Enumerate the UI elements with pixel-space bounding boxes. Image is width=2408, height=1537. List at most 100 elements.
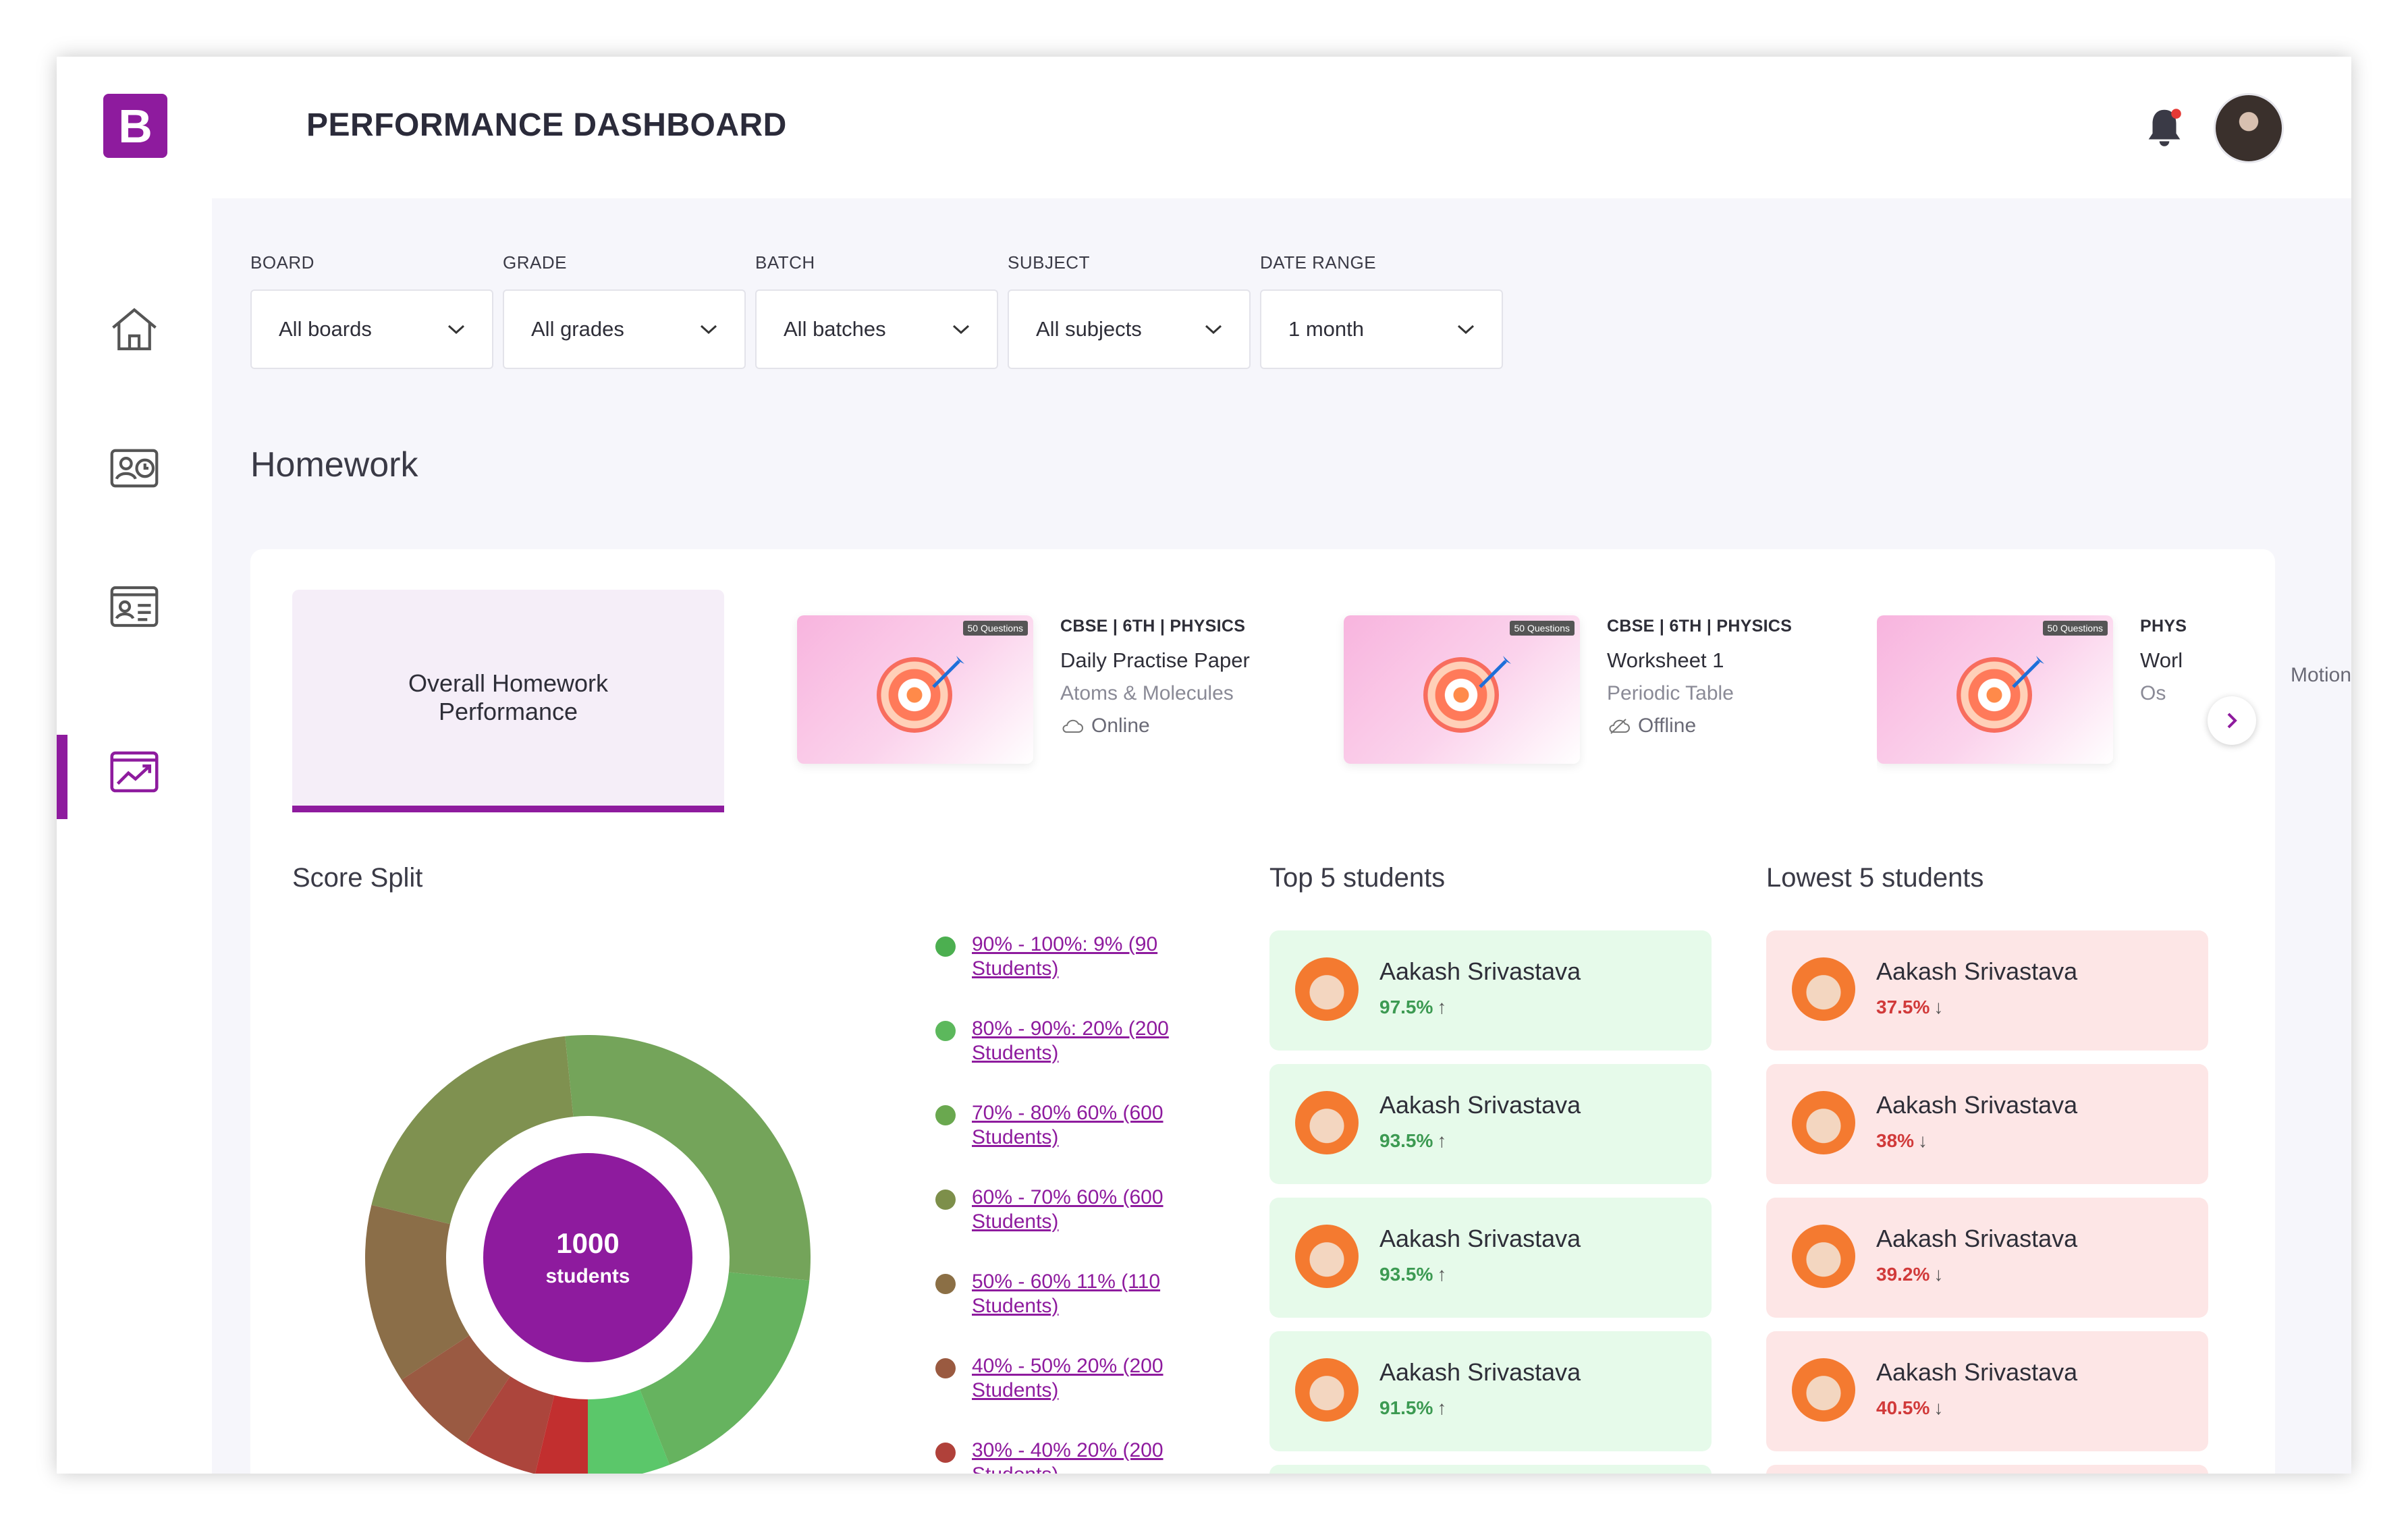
- legend-item[interactable]: 40% - 50% 20% (200 Students): [935, 1354, 1219, 1438]
- homework-meta: CBSE | 6TH | PHYSICS Worksheet 1 Periodi…: [1607, 617, 1863, 737]
- filter-label: GRADE: [503, 252, 567, 273]
- sidebar-item-home[interactable]: [57, 286, 212, 374]
- chevron-down-icon: [1205, 325, 1222, 335]
- chevron-down-icon: [952, 325, 970, 335]
- student-score-row: 40.5% ↓: [1876, 1397, 1943, 1419]
- student-card[interactable]: Aakash Srivastava 40.5% ↓: [1766, 1331, 2208, 1451]
- board-select[interactable]: All boards: [250, 289, 493, 369]
- legend-label[interactable]: 80% - 90%: 20% (200 Students): [972, 1017, 1219, 1065]
- select-value: All grades: [531, 317, 624, 341]
- student-score: 97.5%: [1379, 997, 1433, 1017]
- legend-dot: [935, 1190, 956, 1210]
- filter-label: BOARD: [250, 252, 314, 273]
- app-window: B PERFORMANCE DASHBOARD BOARD All boards…: [57, 57, 2351, 1474]
- student-card[interactable]: Aakash Srivastava 93.5% ↑: [1269, 1198, 1712, 1318]
- trend-arrow-icon: ↓: [1934, 1264, 1944, 1285]
- performance-chart-icon: [110, 751, 159, 793]
- trend-arrow-icon: ↓: [1934, 997, 1944, 1017]
- filter-date-range: DATE RANGE 1 month: [1260, 252, 1503, 369]
- sidebar-item-performance[interactable]: [57, 728, 212, 819]
- homework-topic: Os: [2140, 682, 2166, 704]
- legend-dot: [935, 1105, 956, 1125]
- filter-grade: GRADE All grades: [503, 252, 746, 369]
- student-score: 40.5%: [1876, 1397, 1930, 1418]
- sidebar: B: [57, 57, 212, 1474]
- homework-breadcrumb: CBSE | 6TH | PHYSICS: [1607, 617, 1793, 636]
- batch-select[interactable]: All batches: [755, 289, 998, 369]
- trend-arrow-icon: ↓: [1934, 1397, 1944, 1418]
- legend-label[interactable]: 60% - 70% 60% (600 Students): [972, 1185, 1219, 1234]
- student-card[interactable]: Aakash Srivastava: [1269, 1465, 1712, 1474]
- student-avatar: [1792, 1225, 1855, 1288]
- legend-dot: [935, 1358, 956, 1378]
- student-card[interactable]: Aakash Srivastava 97.5% ↑: [1269, 930, 1712, 1051]
- legend-dot: [935, 1021, 956, 1041]
- user-avatar[interactable]: [2214, 93, 2284, 163]
- homework-thumbnail: 50 Questions: [1344, 615, 1580, 764]
- attendance-icon: [110, 449, 159, 488]
- legend-dot: [935, 1443, 956, 1463]
- chevron-down-icon: [700, 325, 717, 335]
- question-count-badge: 50 Questions: [1509, 621, 1575, 636]
- student-card[interactable]: Aakash Srivastava 38% ↓: [1766, 1064, 2208, 1184]
- trend-arrow-icon: ↑: [1437, 997, 1447, 1017]
- homework-mode-label: Offline: [1638, 715, 1697, 737]
- notification-bell-icon[interactable]: [2141, 104, 2188, 151]
- legend-item[interactable]: 30% - 40% 20% (200 Students): [935, 1438, 1219, 1474]
- select-value: 1 month: [1288, 317, 1365, 341]
- legend-item[interactable]: 70% - 80% 60% (600 Students): [935, 1101, 1219, 1185]
- homework-name: Daily Practise Paper: [1060, 648, 1250, 672]
- top-header: PERFORMANCE DASHBOARD: [212, 57, 2351, 198]
- lowest-students-title: Lowest 5 students: [1766, 863, 1984, 893]
- score-legend: 90% - 100%: 9% (90 Students) 80% - 90%: 2…: [935, 932, 1219, 1474]
- grade-select[interactable]: All grades: [503, 289, 746, 369]
- homework-mode: Offline: [1607, 715, 1863, 737]
- homework-mode-label: Online: [1091, 715, 1150, 737]
- student-score-row: 91.5% ↑: [1379, 1397, 1446, 1419]
- subject-select[interactable]: All subjects: [1008, 289, 1251, 369]
- legend-label[interactable]: 40% - 50% 20% (200 Students): [972, 1354, 1219, 1403]
- trend-arrow-icon: ↑: [1437, 1130, 1447, 1151]
- legend-label[interactable]: 30% - 40% 20% (200 Students): [972, 1438, 1219, 1474]
- student-card[interactable]: Aakash Srivastava 37.5% ↓: [1766, 930, 2208, 1051]
- chevron-down-icon: [447, 325, 465, 335]
- sidebar-item-profile[interactable]: [57, 563, 212, 650]
- logo-letter: B: [118, 99, 153, 152]
- homework-meta: CBSE | 6TH | PHYSICS Daily Practise Pape…: [1060, 617, 1317, 737]
- student-card[interactable]: Aakash Srivastava 39.2% ↓: [1766, 1198, 2208, 1318]
- sidebar-item-attendance[interactable]: [57, 424, 212, 512]
- donut-center: 1000 students: [483, 1153, 692, 1362]
- legend-label[interactable]: 90% - 100%: 9% (90 Students): [972, 932, 1219, 981]
- home-icon: [112, 308, 157, 351]
- legend-item[interactable]: 50% - 60% 11% (110 Students): [935, 1270, 1219, 1354]
- homework-breadcrumb: PHYS: [2140, 617, 2187, 636]
- student-card[interactable]: Aakash Srivastava: [1766, 1465, 2208, 1474]
- legend-item[interactable]: 60% - 70% 60% (600 Students): [935, 1185, 1219, 1270]
- select-value: All boards: [279, 317, 372, 341]
- legend-item[interactable]: 80% - 90%: 20% (200 Students): [935, 1017, 1219, 1101]
- overall-homework-tab[interactable]: Overall Homework Performance: [292, 590, 724, 812]
- student-card[interactable]: Aakash Srivastava 93.5% ↑: [1269, 1064, 1712, 1184]
- legend-item[interactable]: 90% - 100%: 9% (90 Students): [935, 932, 1219, 1017]
- chevron-right-icon: [2227, 712, 2237, 729]
- app-logo[interactable]: B: [103, 94, 167, 158]
- legend-label[interactable]: 70% - 80% 60% (600 Students): [972, 1101, 1219, 1150]
- student-card[interactable]: Aakash Srivastava 91.5% ↑: [1269, 1331, 1712, 1451]
- chevron-down-icon: [1457, 325, 1475, 335]
- student-avatar: [1295, 1358, 1359, 1422]
- student-name: Aakash Srivastava: [1876, 1358, 2078, 1386]
- student-avatar: [1792, 957, 1855, 1021]
- homework-breadcrumb: CBSE | 6TH | PHYSICS: [1060, 617, 1246, 636]
- filter-label: BATCH: [755, 252, 815, 273]
- homework-item[interactable]: 50 Questions PHYS Worl Os: [1877, 615, 2228, 777]
- carousel-next-button[interactable]: [2208, 696, 2256, 745]
- legend-label[interactable]: 50% - 60% 11% (110 Students): [972, 1270, 1219, 1318]
- homework-meta: PHYS Worl Os: [2140, 617, 2228, 705]
- homework-card: Overall Homework Performance 50 Question…: [250, 549, 2275, 1474]
- cloud-offline-icon: [1609, 719, 1630, 734]
- total-students-label: students: [545, 1265, 630, 1287]
- student-name: Aakash Srivastava: [1876, 957, 2078, 985]
- section-title-homework: Homework: [250, 445, 418, 484]
- date-range-select[interactable]: 1 month: [1260, 289, 1503, 369]
- main-content: BOARD All boards GRADE All grades BATCH …: [212, 198, 2351, 1474]
